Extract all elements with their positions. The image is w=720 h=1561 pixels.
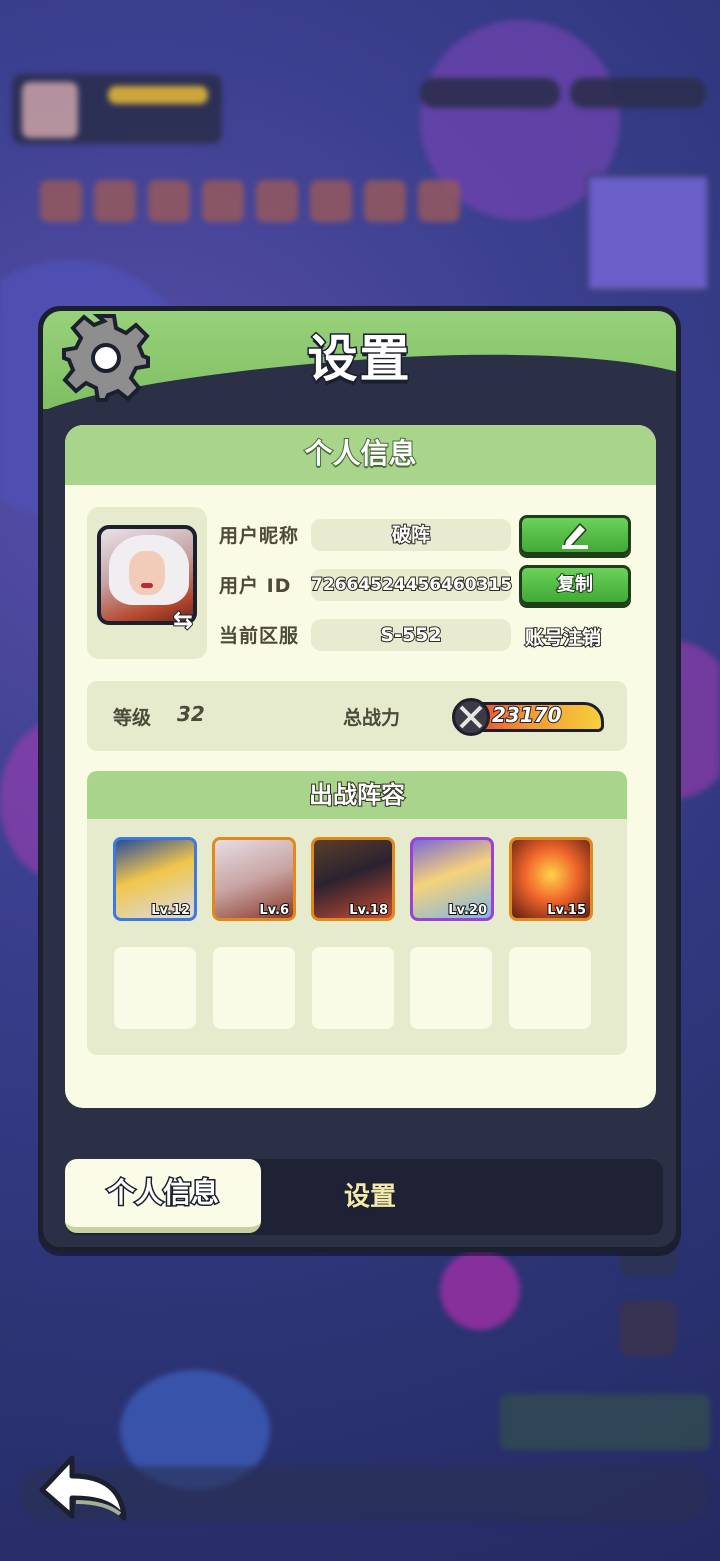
power-badge: 23170 [452,694,612,738]
empty-slot[interactable] [509,947,591,1029]
settings-panel: 设置 个人信息 ⇆ 用户昵称 破阵 用户 ID 7266452445646031… [38,306,681,1252]
lineup-title: 出战阵容 [87,771,627,819]
card-title: 个人信息 [65,425,656,485]
level-value: 32 [177,702,205,726]
nickname-value: 破阵 [311,519,511,551]
lineup-section: 出战阵容 Lv.12 Lv.6 Lv.18 Lv.20 Lv.15 [87,771,627,1055]
copy-button[interactable]: 复制 [519,565,631,605]
panel-title: 设置 [306,329,412,390]
empty-slot[interactable] [114,947,196,1029]
stats-bar: 等级 32 总战力 23170 [87,681,627,751]
tab-settings[interactable]: 设置 [265,1159,475,1233]
hero-slot-1[interactable]: Lv.12 [113,837,197,921]
profile-card: 个人信息 ⇆ 用户昵称 破阵 用户 ID 72664524456460315 复… [65,425,656,1108]
tab-personal-info[interactable]: 个人信息 [65,1159,261,1233]
empty-slot[interactable] [312,947,394,1029]
empty-slot[interactable] [410,947,492,1029]
server-label: 当前区服 [219,625,300,647]
hero-slot-2[interactable]: Lv.6 [212,837,296,921]
server-value: S-552 [311,619,511,651]
swords-icon [452,698,490,736]
user-id-value: 72664524456460315 [310,569,513,601]
avatar-box: ⇆ [87,507,207,659]
swap-icon[interactable]: ⇆ [172,606,203,634]
delete-account-link[interactable]: 账号注销 [524,623,602,650]
empty-slot[interactable] [213,947,295,1029]
hero-level: Lv.15 [546,902,587,918]
back-button[interactable] [36,1450,132,1524]
hero-slot-3[interactable]: Lv.18 [311,837,395,921]
hero-level: Lv.18 [348,902,389,918]
hero-level: Lv.12 [150,902,191,918]
pencil-icon [562,523,588,549]
power-value: 23170 [491,702,563,728]
hero-level: Lv.20 [447,902,488,918]
user-id-label: 用户 ID [219,575,292,597]
hero-slot-4[interactable]: Lv.20 [410,837,494,921]
edit-nickname-button[interactable] [519,515,631,555]
level-label: 等级 [113,707,152,729]
power-label: 总战力 [343,707,401,729]
nickname-label: 用户昵称 [219,525,300,547]
hero-slot-5[interactable]: Lv.15 [509,837,593,921]
hero-level: Lv.6 [258,902,290,918]
tab-bar: 个人信息 设置 [65,1159,663,1235]
back-arrow-icon [39,1455,127,1521]
